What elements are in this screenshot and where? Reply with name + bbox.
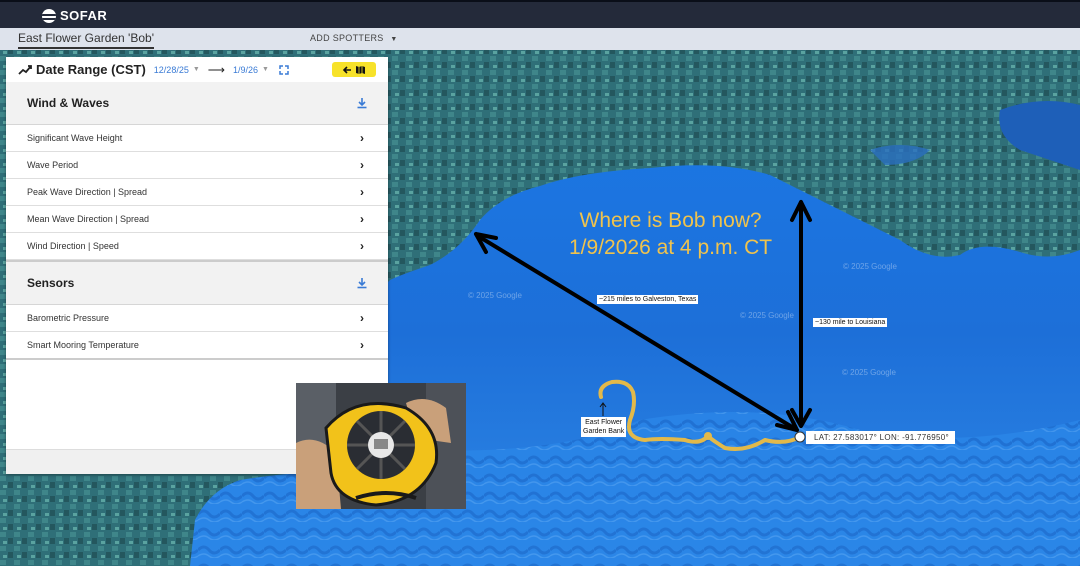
caret-down-icon: ▼ xyxy=(390,36,398,43)
google-watermark: © 2025 Google xyxy=(468,291,522,300)
list-item[interactable]: Mean Wave Direction | Spread › xyxy=(6,206,388,233)
spotter-marker xyxy=(794,431,806,443)
list-item[interactable]: Peak Wave Direction | Spread › xyxy=(6,179,388,206)
add-spotters-dropdown[interactable]: ADD SPOTTERS ▼ xyxy=(310,33,398,43)
caret-down-icon: ▼ xyxy=(262,66,269,73)
list-item-label: Wave Period xyxy=(27,160,79,170)
chevron-right-icon: › xyxy=(360,239,364,253)
headline-text: Where is Bob now? 1/9/2026 at 4 p.m. CT xyxy=(569,207,772,261)
section-title: Sensors xyxy=(27,276,75,290)
sofar-logo-icon xyxy=(42,8,56,23)
section-title: Wind & Waves xyxy=(27,96,110,110)
list-item[interactable]: Barometric Pressure › xyxy=(6,305,388,332)
list-item-label: Wind Direction | Speed xyxy=(27,241,119,251)
section-sensors: Sensors xyxy=(6,260,388,305)
list-item-label: Peak Wave Direction | Spread xyxy=(27,187,148,197)
caret-down-icon: ▼ xyxy=(192,66,200,73)
headline-line-2: 1/9/2026 at 4 p.m. CT xyxy=(569,236,773,259)
brand-name: SOFAR xyxy=(60,8,108,23)
chevron-right-icon: › xyxy=(360,338,364,352)
chevron-right-icon: › xyxy=(360,158,364,172)
back-to-map-button[interactable] xyxy=(332,62,376,77)
chevron-right-icon: › xyxy=(360,131,364,145)
spotter-buoy-photo xyxy=(296,383,466,509)
date-range-header: Date Range (CST) 12/28/25 ▼ ⟶ 1/9/26 ▼ xyxy=(6,57,388,82)
galveston-distance-label: ~215 miles to Galveston, Texas xyxy=(597,295,699,304)
list-item[interactable]: Wind Direction | Speed › xyxy=(6,233,388,260)
fullscreen-icon[interactable] xyxy=(279,64,289,75)
efgb-label: East Flower Garden Bank xyxy=(581,417,627,437)
efgb-label-line-1: East Flower xyxy=(585,419,623,426)
list-item[interactable]: Smart Mooring Temperature › xyxy=(6,332,388,360)
add-spotters-label: ADD SPOTTERS xyxy=(310,33,384,43)
trending-icon xyxy=(18,64,32,75)
list-item-label: Barometric Pressure xyxy=(27,313,110,323)
efgb-label-line-2: Garden Bank xyxy=(583,428,625,435)
louisiana-distance-label: ~130 mile to Louisiana xyxy=(813,318,888,327)
long-arrow-right-icon: ⟶ xyxy=(207,62,225,77)
sofar-logo[interactable]: SOFAR xyxy=(42,8,107,23)
download-icon[interactable] xyxy=(356,277,368,289)
spotter-name-tab[interactable]: East Flower Garden 'Bob' xyxy=(18,31,154,49)
google-watermark: © 2025 Google xyxy=(842,368,896,377)
download-icon[interactable] xyxy=(356,97,368,109)
section-wind-waves: Wind & Waves xyxy=(6,82,388,125)
coordinates-tooltip: LAT: 27.583017° LON: -91.776950° xyxy=(806,431,956,444)
chevron-right-icon: › xyxy=(360,212,364,226)
chevron-right-icon: › xyxy=(360,185,364,199)
google-watermark: © 2025 Google xyxy=(843,262,897,271)
chevron-right-icon: › xyxy=(360,311,364,325)
date-range-title: Date Range (CST) xyxy=(36,62,146,77)
list-item-label: Significant Wave Height xyxy=(27,133,123,143)
list-item-label: Mean Wave Direction | Spread xyxy=(27,214,150,224)
start-date-select[interactable]: 12/28/25 xyxy=(154,65,189,75)
end-date-select[interactable]: 1/9/26 xyxy=(233,65,258,75)
top-nav-bar: SOFAR xyxy=(0,0,1080,28)
list-item[interactable]: Wave Period › xyxy=(6,152,388,179)
google-watermark: © 2025 Google xyxy=(740,311,794,320)
map-icon xyxy=(356,65,365,74)
spotter-subbar: East Flower Garden 'Bob' ADD SPOTTERS ▼ xyxy=(0,28,1080,50)
list-item-label: Smart Mooring Temperature xyxy=(27,340,139,350)
headline-line-1: Where is Bob now? xyxy=(579,209,762,232)
list-item[interactable]: Significant Wave Height › xyxy=(6,125,388,152)
arrow-left-icon xyxy=(342,65,351,74)
